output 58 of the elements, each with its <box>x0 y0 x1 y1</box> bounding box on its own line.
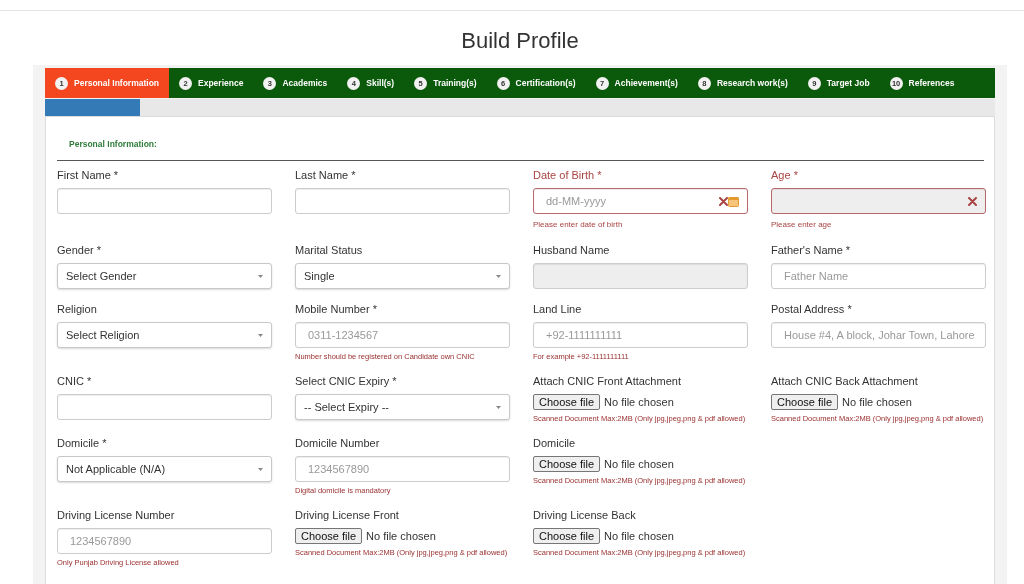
field-label: Father's Name * <box>771 243 851 257</box>
page-title: Build Profile <box>461 27 579 54</box>
select-dropdown[interactable]: -- Select Expiry -- <box>295 394 510 420</box>
file-status-text: No file chosen <box>366 530 436 542</box>
text-input[interactable] <box>57 394 272 420</box>
field-label: Attach CNIC Back Attachment <box>771 374 918 388</box>
field-label: Attach CNIC Front Attachment <box>533 374 681 388</box>
text-input[interactable]: House #4, A block, Johar Town, Lahore <box>771 322 986 348</box>
section-heading: Personal Information: <box>69 139 157 150</box>
caret-icon <box>496 274 501 278</box>
error-message: Please enter date of birth <box>533 219 623 230</box>
file-status-text: No file chosen <box>842 396 912 408</box>
caret-icon <box>258 467 263 471</box>
text-input[interactable] <box>295 188 510 214</box>
file-status-text: No file chosen <box>604 458 674 470</box>
select-dropdown[interactable]: Select Gender <box>57 263 272 289</box>
choose-file-button[interactable]: Choose file <box>533 394 601 410</box>
field-label: Postal Address * <box>771 302 852 316</box>
field-label: CNIC * <box>57 374 92 388</box>
field-label: First Name * <box>57 168 119 182</box>
field-label: Gender * <box>57 243 102 257</box>
field-label: Age * <box>771 168 798 182</box>
select-dropdown[interactable]: Not Applicable (N/A) <box>57 456 272 482</box>
date-input[interactable]: dd-MM-yyyy <box>533 188 748 214</box>
text-input[interactable]: 1234567890 <box>295 456 510 482</box>
caret-icon <box>258 333 263 337</box>
choose-file-button[interactable]: Choose file <box>295 528 363 544</box>
text-input[interactable]: 0311-1234567 <box>295 322 510 348</box>
text-input[interactable]: +92-1111111111 <box>533 322 748 348</box>
caret-icon <box>258 274 263 278</box>
field-label: Land Line <box>533 302 582 316</box>
field-label: Mobile Number * <box>295 302 377 316</box>
text-input[interactable]: Father Name <box>771 263 986 289</box>
field-label: Husband Name <box>533 243 610 257</box>
field-label: Religion <box>57 302 97 316</box>
field-label: Driving License Back <box>533 508 636 522</box>
choose-file-button[interactable]: Choose file <box>771 394 839 410</box>
caret-icon <box>496 405 501 409</box>
field-label: Driving License Front <box>295 508 399 522</box>
field-label: Select CNIC Expiry * <box>295 374 397 388</box>
field-label: Last Name * <box>295 168 356 182</box>
field-label: Domicile <box>533 436 576 450</box>
clear-icon[interactable] <box>719 196 728 206</box>
field-label: Domicile Number <box>295 436 380 450</box>
choose-file-button[interactable]: Choose file <box>533 528 601 544</box>
field-label: Domicile * <box>57 436 107 450</box>
field-label: Date of Birth * <box>533 168 602 182</box>
text-input[interactable] <box>57 188 272 214</box>
select-dropdown[interactable]: Single <box>295 263 510 289</box>
choose-file-button[interactable]: Choose file <box>533 456 601 472</box>
clear-icon[interactable] <box>968 196 977 206</box>
field-label: Marital Status <box>295 243 363 257</box>
file-status-text: No file chosen <box>604 396 674 408</box>
file-status-text: No file chosen <box>604 530 674 542</box>
text-input[interactable]: 1234567890 <box>57 528 272 554</box>
select-dropdown[interactable]: Select Religion <box>57 322 272 348</box>
error-message: Please enter age <box>771 219 832 230</box>
field-label: Driving License Number <box>57 508 175 522</box>
